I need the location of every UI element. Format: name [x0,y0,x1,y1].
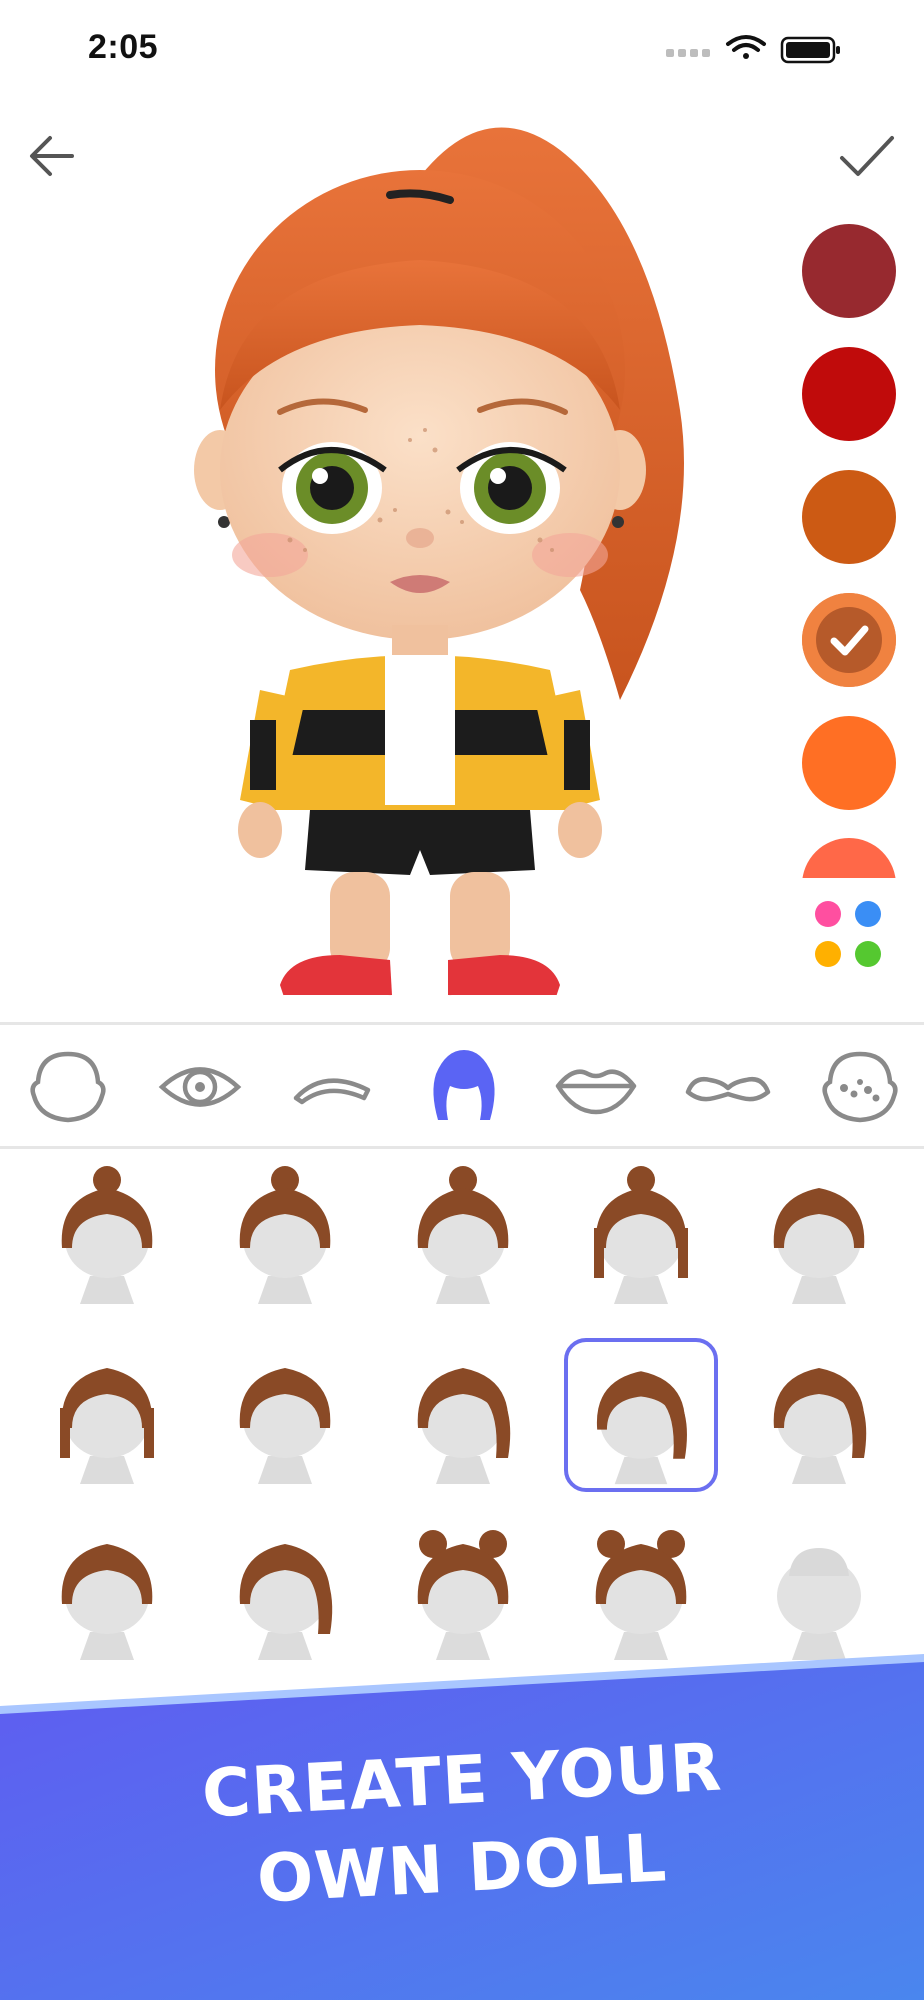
battery-icon [780,36,840,64]
hair-style-option[interactable] [210,1514,360,1664]
signal-icon [666,49,710,57]
doll-head-icon [239,1368,331,1484]
hair-style-option[interactable] [566,1514,716,1664]
doll-head-icon [61,1544,153,1660]
doll-head-icon [773,1188,865,1304]
doll-head-icon [239,1544,333,1660]
doll-head-icon [417,1166,509,1304]
doll-head-icon [239,1166,331,1304]
lips-icon[interactable] [548,1042,644,1132]
eye-icon[interactable] [152,1042,248,1132]
checkmark-icon [816,607,882,673]
freckles-icon[interactable] [812,1042,908,1132]
confirm-check-icon[interactable] [826,116,906,196]
hair-style-option-selected[interactable] [564,1338,718,1492]
hair-style-option[interactable] [744,1158,894,1308]
hair-style-option[interactable] [32,1158,182,1308]
doll-head-icon [594,1166,688,1304]
doll-head-icon [417,1368,511,1484]
face-shape-icon[interactable] [20,1042,116,1132]
doll-head-icon [773,1368,867,1484]
color-swatch[interactable] [802,224,896,318]
hair-style-option[interactable] [566,1158,716,1308]
doll-preview [194,127,684,1003]
color-swatch-partial[interactable] [802,838,896,878]
hair-style-option[interactable] [388,1338,538,1488]
hair-style-option[interactable] [210,1338,360,1488]
hair-style-option[interactable] [210,1158,360,1308]
color-swatch-selected[interactable] [802,593,896,687]
hair-style-option[interactable] [744,1338,894,1488]
hair-style-option[interactable] [32,1338,182,1488]
back-arrow-icon[interactable] [20,116,100,196]
wifi-icon [726,35,766,59]
doll-head-icon [595,1530,687,1660]
color-swatch[interactable] [802,347,896,441]
mustache-icon[interactable] [680,1042,776,1132]
divider [0,1022,924,1025]
status-icons [666,35,840,64]
doll-head-icon [596,1371,687,1485]
color-swatch[interactable] [802,470,896,564]
color-swatch[interactable] [802,716,896,810]
hair-style-option[interactable] [32,1514,182,1664]
status-time: 2:05 [88,28,159,66]
eyebrow-icon[interactable] [284,1042,380,1132]
hair-style-option[interactable] [744,1514,894,1664]
hair-style-option[interactable] [388,1158,538,1308]
hair-icon[interactable] [416,1042,512,1132]
doll-head-icon [777,1548,861,1660]
doll-head-icon [61,1166,153,1304]
hair-style-option[interactable] [388,1514,538,1664]
divider [0,1146,924,1149]
doll-head-icon [417,1530,509,1660]
more-colors-icon[interactable] [812,898,886,972]
doll-head-icon [60,1368,154,1484]
